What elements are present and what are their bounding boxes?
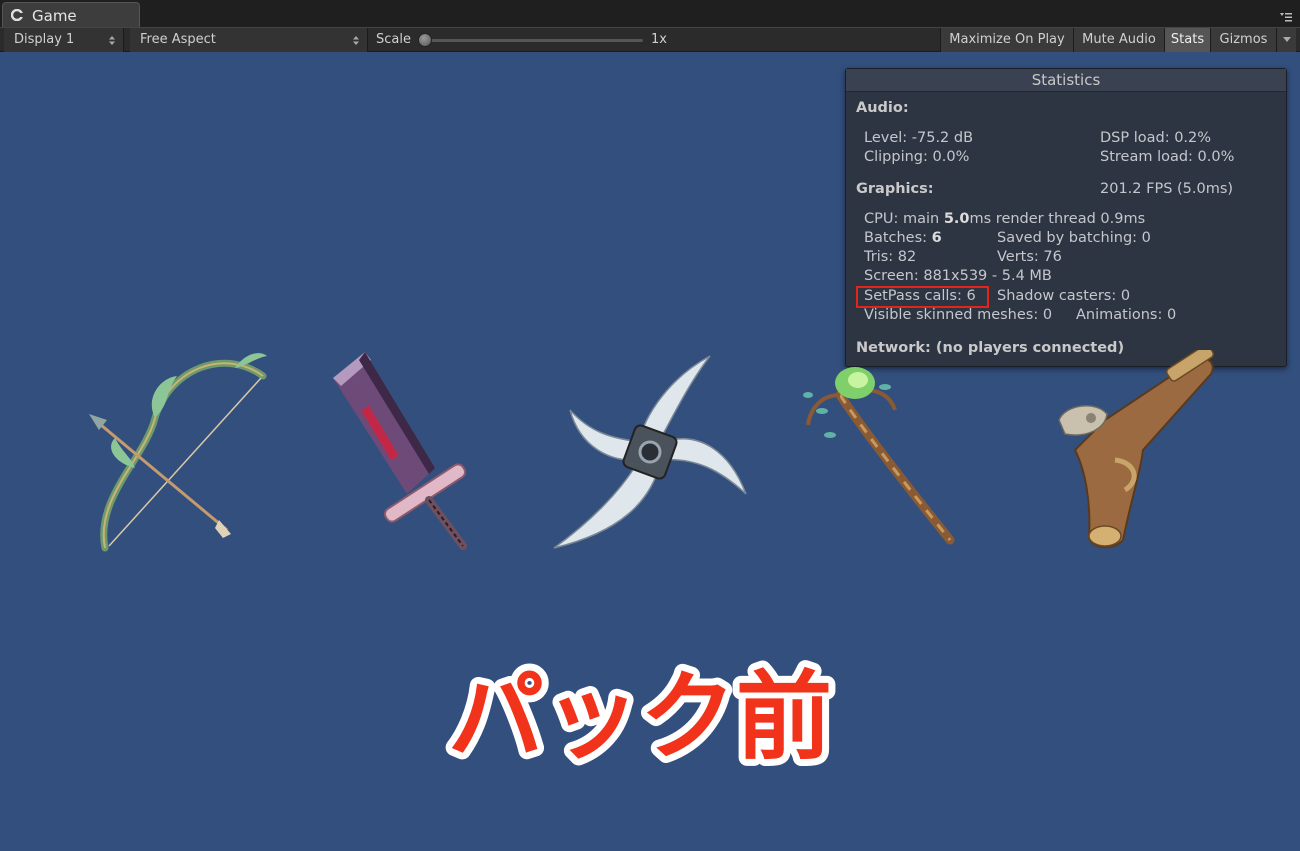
skinned-meshes-stat: Visible skinned meshes: 0 bbox=[864, 307, 1053, 323]
staff-icon bbox=[803, 367, 955, 545]
game-tab[interactable]: Game bbox=[2, 2, 140, 27]
batches-stat: Batches: 6 bbox=[864, 230, 942, 246]
scale-label: Scale bbox=[376, 32, 411, 47]
audio-clipping: Clipping: 0.0% bbox=[864, 149, 970, 165]
sword-icon bbox=[333, 352, 467, 550]
scale-slider-thumb[interactable] bbox=[418, 33, 432, 47]
tris-stat: Tris: 82 bbox=[864, 249, 917, 265]
mute-audio-button[interactable]: Mute Audio bbox=[1073, 28, 1164, 52]
graphics-header: Graphics: bbox=[856, 181, 934, 197]
caption-text: パック前 パック前 bbox=[441, 660, 839, 770]
cpu-suffix: ms render thread 0.9ms bbox=[969, 211, 1146, 227]
bow-icon bbox=[89, 353, 267, 552]
dropdown-arrows-icon bbox=[353, 36, 359, 45]
game-toolbar: Display 1 Free Aspect Scale 1x Maximize … bbox=[0, 27, 1300, 52]
cpu-main-value: 5.0 bbox=[943, 211, 970, 227]
tab-menu-icon[interactable] bbox=[1280, 12, 1292, 22]
display-dropdown[interactable]: Display 1 bbox=[4, 28, 124, 52]
saved-by-batching: Saved by batching: 0 bbox=[997, 230, 1151, 246]
game-tab-label: Game bbox=[32, 7, 77, 25]
dropdown-arrows-icon bbox=[109, 36, 115, 45]
stats-button[interactable]: Stats bbox=[1164, 28, 1210, 52]
gizmos-dropdown-button[interactable] bbox=[1276, 28, 1296, 52]
cpu-stats: CPU: main 5.0ms render thread 0.9ms bbox=[864, 211, 1145, 227]
tab-bar: Game bbox=[0, 0, 1300, 27]
gizmos-button[interactable]: Gizmos bbox=[1210, 28, 1276, 52]
setpass-highlight-box bbox=[856, 286, 989, 308]
shuriken-icon bbox=[553, 355, 747, 549]
verts-stat: Verts: 76 bbox=[997, 249, 1062, 265]
statistics-panel: Statistics Audio: Level: -75.2 dB Clippi… bbox=[845, 68, 1287, 367]
batches-prefix: Batches: bbox=[864, 230, 932, 246]
unity-logo-icon bbox=[11, 9, 23, 21]
batches-value: 6 bbox=[931, 230, 942, 246]
chevron-down-icon bbox=[1282, 37, 1291, 42]
dsp-load: DSP load: 0.2% bbox=[1100, 130, 1212, 146]
stream-load: Stream load: 0.0% bbox=[1100, 149, 1235, 165]
display-dropdown-label: Display 1 bbox=[14, 32, 75, 47]
audio-level: Level: -75.2 dB bbox=[864, 130, 974, 146]
scale-value: 1x bbox=[651, 32, 667, 47]
shadow-casters-stat: Shadow casters: 0 bbox=[997, 288, 1131, 304]
cpu-prefix: CPU: main bbox=[864, 211, 944, 227]
screen-stat: Screen: 881x539 - 5.4 MB bbox=[864, 268, 1052, 284]
scale-slider-track[interactable] bbox=[418, 39, 643, 42]
fps-readout: 201.2 FPS (5.0ms) bbox=[1100, 181, 1234, 197]
aspect-dropdown[interactable]: Free Aspect bbox=[130, 28, 368, 52]
pistol-icon bbox=[1058, 350, 1214, 549]
maximize-on-play-button[interactable]: Maximize On Play bbox=[940, 28, 1073, 52]
statistics-title: Statistics bbox=[846, 69, 1286, 92]
audio-header: Audio: bbox=[856, 100, 909, 116]
caption-fill: パック前 bbox=[448, 661, 832, 770]
aspect-dropdown-label: Free Aspect bbox=[140, 32, 216, 47]
animations-stat: Animations: 0 bbox=[1076, 307, 1177, 323]
